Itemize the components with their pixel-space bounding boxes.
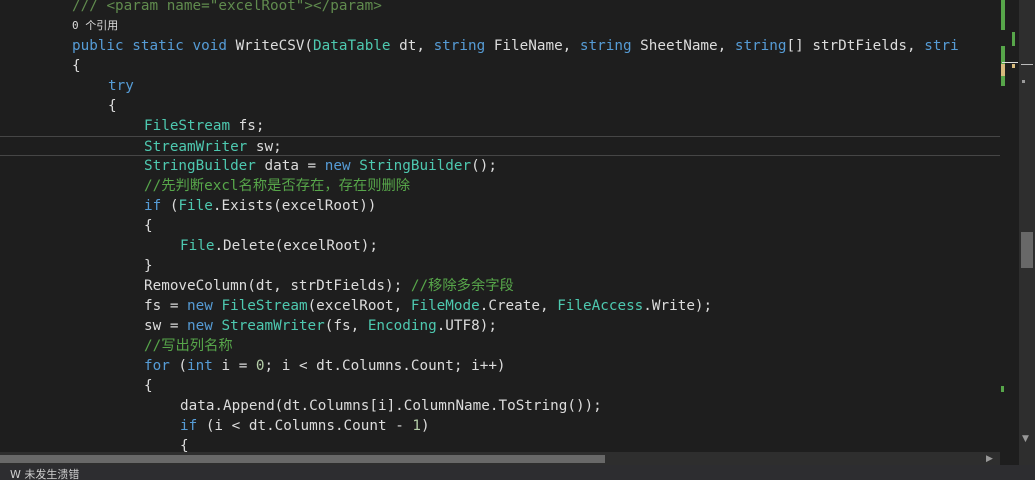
- code-token: stri: [924, 38, 959, 54]
- code-token: <param name="excelRoot"></param>: [106, 0, 382, 14]
- change-marker: [1001, 386, 1004, 392]
- minimap-dot: [1022, 80, 1025, 83]
- code-token: {: [72, 58, 81, 74]
- code-token: data =: [255, 158, 325, 174]
- horizontal-scroll-thumb[interactable]: [0, 455, 605, 463]
- code-token: FileStream: [144, 118, 231, 134]
- code-token: {: [144, 378, 153, 394]
- warning-marker: [1001, 64, 1005, 76]
- code-token: new: [187, 298, 213, 314]
- code-token: for: [144, 358, 170, 374]
- code-token: if: [180, 418, 198, 434]
- code-token: .Create,: [479, 298, 558, 314]
- code-token: void: [192, 38, 227, 54]
- code-editor[interactable]: /// <param name="excelRoot"></param> 0 个引…: [0, 0, 1000, 452]
- code-token: StreamWriter: [221, 318, 325, 334]
- warning-marker: [1012, 64, 1015, 68]
- code-token: }: [144, 258, 153, 274]
- code-token: if: [144, 198, 162, 214]
- code-token: int: [187, 358, 213, 374]
- code-token: FileStream: [221, 298, 308, 314]
- scroll-down-icon[interactable]: ▼: [1022, 433, 1029, 445]
- code-token: (fs,: [324, 318, 368, 334]
- code-token: {: [108, 98, 117, 114]
- code-token: (: [161, 198, 179, 214]
- code-token: FileName,: [485, 38, 580, 54]
- code-token: (i < dt.Columns.Count -: [197, 418, 413, 434]
- code-token: SheetName,: [631, 38, 735, 54]
- status-bar: W 未发生溃错: [0, 465, 1035, 480]
- code-token: Encoding: [367, 318, 437, 334]
- code-token: //写出列名称: [144, 338, 233, 354]
- code-token: StringBuilder: [359, 158, 472, 174]
- change-marker: [1001, 0, 1005, 30]
- code-token: fs;: [230, 118, 265, 134]
- vertical-scrollbar[interactable]: ▼: [1019, 0, 1035, 470]
- code-token: 1: [412, 418, 422, 434]
- code-token: (: [169, 358, 188, 374]
- code-token: sw;: [247, 139, 282, 155]
- change-marker: [1012, 32, 1015, 46]
- code-token: new: [324, 158, 351, 174]
- code-token: //先判断excl名称是否存在，存在则删除: [144, 178, 411, 194]
- code-token: StringBuilder: [144, 158, 256, 174]
- scroll-right-icon[interactable]: ▶: [986, 453, 993, 465]
- code-token: .Exists(excelRoot)): [212, 198, 377, 214]
- code-token: {: [180, 438, 189, 452]
- code-token: WriteCSV(: [226, 38, 314, 54]
- code-token: ///: [72, 0, 107, 14]
- code-token: ): [421, 418, 430, 434]
- code-token: ();: [471, 158, 497, 174]
- code-token: File: [178, 198, 213, 214]
- minimap-dot: [1021, 64, 1033, 65]
- code-token: .Write);: [643, 298, 713, 314]
- code-token: [] strDtFields,: [786, 38, 925, 54]
- code-token: static: [132, 38, 184, 54]
- code-token: dt,: [390, 38, 434, 54]
- code-token: public: [72, 38, 124, 54]
- code-token: .Delete(excelRoot);: [214, 238, 378, 254]
- code-token: DataTable: [313, 38, 391, 54]
- code-line: StreamWriter sw;: [0, 136, 1000, 156]
- code-token: ; i < dt.Columns.Count; i++): [264, 358, 506, 374]
- horizontal-scrollbar[interactable]: ▶: [0, 452, 1000, 465]
- code-token: data.Append(dt.Columns[i].ColumnName.ToS…: [180, 398, 602, 414]
- code-token: string: [734, 38, 787, 54]
- code-token: FileAccess: [557, 298, 644, 314]
- code-token: try: [108, 78, 134, 94]
- code-token: FileMode: [410, 298, 480, 314]
- code-token: .UTF8);: [436, 318, 497, 334]
- code-token: new: [187, 318, 213, 334]
- status-text: W 未发生溃错: [10, 468, 80, 480]
- caret-position-marker: [1002, 62, 1018, 63]
- code-token: RemoveColumn(dt, strDtFields);: [144, 278, 411, 294]
- code-token: (excelRoot,: [307, 298, 411, 314]
- code-token: File: [180, 238, 215, 254]
- code-token: fs =: [144, 298, 188, 314]
- code-token: sw =: [144, 318, 188, 334]
- vertical-scroll-thumb[interactable]: [1021, 232, 1033, 268]
- code-token: 0 个引用: [72, 19, 119, 32]
- code-token: {: [144, 218, 153, 234]
- code-token: 0: [255, 358, 265, 374]
- code-token: StreamWriter: [144, 139, 248, 155]
- code-token: //移除多余字段: [410, 278, 514, 294]
- code-token: string: [433, 38, 486, 54]
- code-token: string: [579, 38, 632, 54]
- code-token: i =: [212, 358, 256, 374]
